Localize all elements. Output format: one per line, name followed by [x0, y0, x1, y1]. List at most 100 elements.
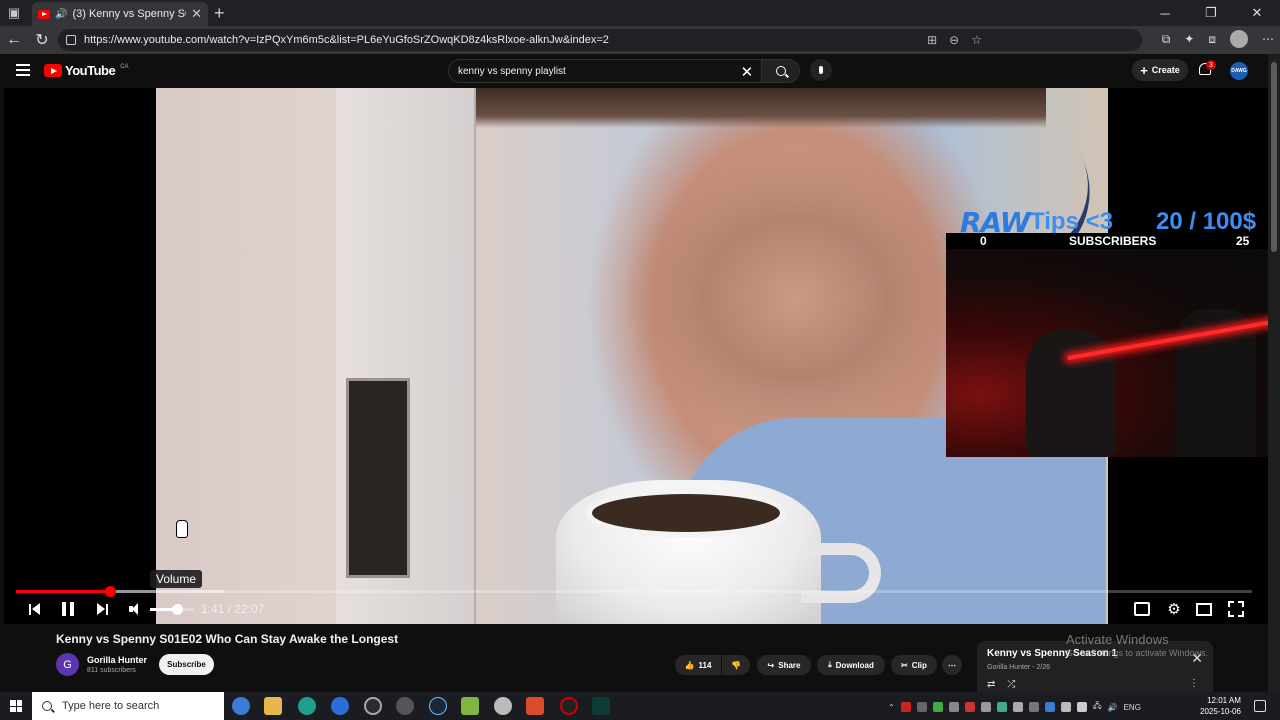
steam-icon[interactable] [429, 697, 447, 715]
tray-expand-icon[interactable]: ⌃ [888, 703, 895, 712]
page-scrollbar[interactable] [1268, 54, 1280, 692]
scissors-icon: ✂ [901, 660, 908, 670]
pause-icon[interactable] [60, 600, 76, 618]
tray-app-icon-6[interactable] [1044, 702, 1055, 712]
progress-bar[interactable] [16, 586, 1252, 597]
account-avatar[interactable]: DAWG [1230, 62, 1248, 80]
playlist-more-icon[interactable]: ⋮ [1189, 678, 1199, 689]
dislike-button[interactable]: 👎 [722, 655, 750, 675]
tray-app-red-icon[interactable] [900, 702, 911, 712]
tray-app-icon[interactable] [916, 702, 927, 712]
subscribe-button[interactable]: Subscribe [159, 654, 214, 675]
back-icon[interactable]: ← [0, 31, 28, 49]
shuffle-icon[interactable]: ⤮ [1007, 679, 1015, 690]
minimize-icon[interactable]: ─ [1142, 0, 1188, 26]
tray-app-icon-8[interactable] [1076, 702, 1087, 712]
download-button[interactable]: ⤓ Download [817, 655, 885, 675]
previous-icon[interactable] [26, 600, 42, 618]
tray-app-red2-icon[interactable] [964, 702, 975, 712]
playlist-subtitle: Gorilla Hunter - 2/26 [987, 664, 1051, 671]
settings-gear-icon[interactable]: ⚙ [1166, 600, 1182, 618]
network-icon[interactable]: 🖧 [1093, 700, 1102, 714]
app-icon-blue[interactable] [331, 697, 349, 715]
channel-name[interactable]: Gorilla Hunter [87, 655, 147, 665]
new-tab-icon[interactable]: + [214, 3, 225, 24]
address-bar[interactable]: https://www.youtube.com/watch?v=IzPQxYm6… [58, 29, 1142, 51]
obs-icon[interactable] [560, 697, 578, 715]
clip-button[interactable]: ✂ Clip [891, 655, 937, 675]
video-player[interactable]: RAW Tips <3 20 / 100$ 0 SUBSCRIBERS 25 V… [4, 88, 1268, 624]
edge-browser-icon[interactable] [298, 697, 316, 715]
search-button[interactable] [762, 59, 800, 83]
tray-app-icon-7[interactable] [1060, 702, 1071, 712]
volume-slider[interactable] [150, 604, 194, 615]
profile-avatar[interactable] [1230, 30, 1248, 48]
download-icon: ⤓ [828, 660, 832, 669]
clock-date: 2025-10-06 [1200, 707, 1241, 716]
file-explorer-icon[interactable] [264, 697, 282, 715]
create-button[interactable]: + Create [1132, 59, 1188, 81]
tray-app-icon-3[interactable] [996, 702, 1007, 712]
taskbar-search-placeholder: Type here to search [62, 700, 160, 712]
notification-badge: 3 [1206, 60, 1216, 70]
app-icon-dark[interactable] [592, 697, 610, 715]
speaker-volume-icon[interactable]: 🔊 [1108, 703, 1118, 712]
channel-avatar[interactable]: G [56, 653, 79, 676]
minecraft-icon[interactable] [461, 697, 479, 715]
copilot-icon[interactable] [232, 697, 250, 715]
windows-start-icon[interactable] [10, 700, 22, 712]
next-icon[interactable] [94, 600, 110, 618]
clip-label: Clip [911, 660, 927, 670]
overlay-left-count: 0 [980, 234, 987, 248]
zoom-icon[interactable]: ⊖ [949, 33, 959, 47]
volume-handle[interactable] [172, 604, 184, 615]
maximize-icon[interactable]: ❐ [1188, 0, 1234, 26]
app-icon-circle[interactable] [364, 697, 382, 715]
url-text: https://www.youtube.com/watch?v=IzPQxYm6… [84, 34, 609, 46]
tray-app-icon-2[interactable] [980, 702, 991, 712]
browser-menu-icon[interactable]: ⋯ [1262, 32, 1274, 46]
window-close-icon[interactable]: ✕ [1234, 0, 1280, 26]
app-available-icon[interactable]: ⊞ [927, 33, 937, 47]
browser-tab-bar: ▣ 🔊 (3) Kenny vs Spenny S01E02 ✕ + ─ ❐ ✕ [0, 0, 1280, 26]
tab-actions-icon[interactable]: ▣ [0, 0, 28, 26]
language-indicator[interactable]: ENG [1124, 703, 1141, 712]
tray-app-green-icon[interactable] [932, 702, 943, 712]
notification-center-icon[interactable] [1254, 700, 1266, 712]
app-icon-gray[interactable] [494, 697, 512, 715]
activate-subtitle: Go to Settings to activate Windows. [1066, 648, 1209, 658]
scrollbar-thumb[interactable] [1271, 62, 1277, 252]
taskbar-search[interactable]: Type here to search [32, 692, 224, 720]
tray-app-gray-icon[interactable] [948, 702, 959, 712]
browser-tab[interactable]: 🔊 (3) Kenny vs Spenny S01E02 ✕ [32, 2, 208, 26]
app-icon-red[interactable] [526, 697, 544, 715]
extensions-puzzle-icon[interactable]: ✦ [1184, 32, 1194, 46]
tray-app-icon-5[interactable] [1028, 702, 1039, 712]
collections-icon[interactable]: ⧈ [1208, 32, 1216, 47]
tray-app-icon-4[interactable] [1012, 702, 1023, 712]
site-info-icon[interactable] [66, 35, 76, 45]
more-actions-icon[interactable]: ⋯ [942, 655, 962, 675]
like-button[interactable]: 👍 114 [675, 655, 721, 675]
menu-icon[interactable] [16, 64, 30, 76]
settings-app-icon[interactable] [396, 697, 414, 715]
speaker-icon[interactable]: 🔊 [55, 9, 67, 20]
fullscreen-icon[interactable] [1228, 600, 1244, 618]
favorite-star-icon[interactable]: ☆ [971, 33, 982, 47]
system-clock[interactable]: 12:01 AM 2025-10-06 [1200, 695, 1241, 717]
youtube-logo[interactable]: YouTube CA [44, 63, 129, 78]
theater-mode-icon[interactable] [1196, 600, 1212, 618]
volume-icon[interactable] [125, 600, 141, 618]
reload-icon[interactable]: ↻ [28, 30, 56, 50]
share-button[interactable]: ↪ Share [757, 655, 811, 675]
tab-close-icon[interactable]: ✕ [191, 6, 202, 22]
search-input[interactable]: kenny vs spenny playlist ✕ [448, 59, 763, 83]
webcam-chair [1026, 329, 1116, 457]
subtitles-icon[interactable] [1134, 600, 1150, 618]
loop-icon[interactable]: ⇄ [987, 679, 995, 690]
youtube-favicon-icon [38, 9, 50, 19]
extension-icon[interactable]: ⧉ [1162, 32, 1171, 47]
windows-taskbar: Type here to search ⌃ 🖧 🔊 ENG 12:01 AM 2… [0, 692, 1280, 720]
clear-search-icon[interactable]: ✕ [741, 63, 754, 81]
voice-search-icon[interactable] [810, 59, 832, 81]
